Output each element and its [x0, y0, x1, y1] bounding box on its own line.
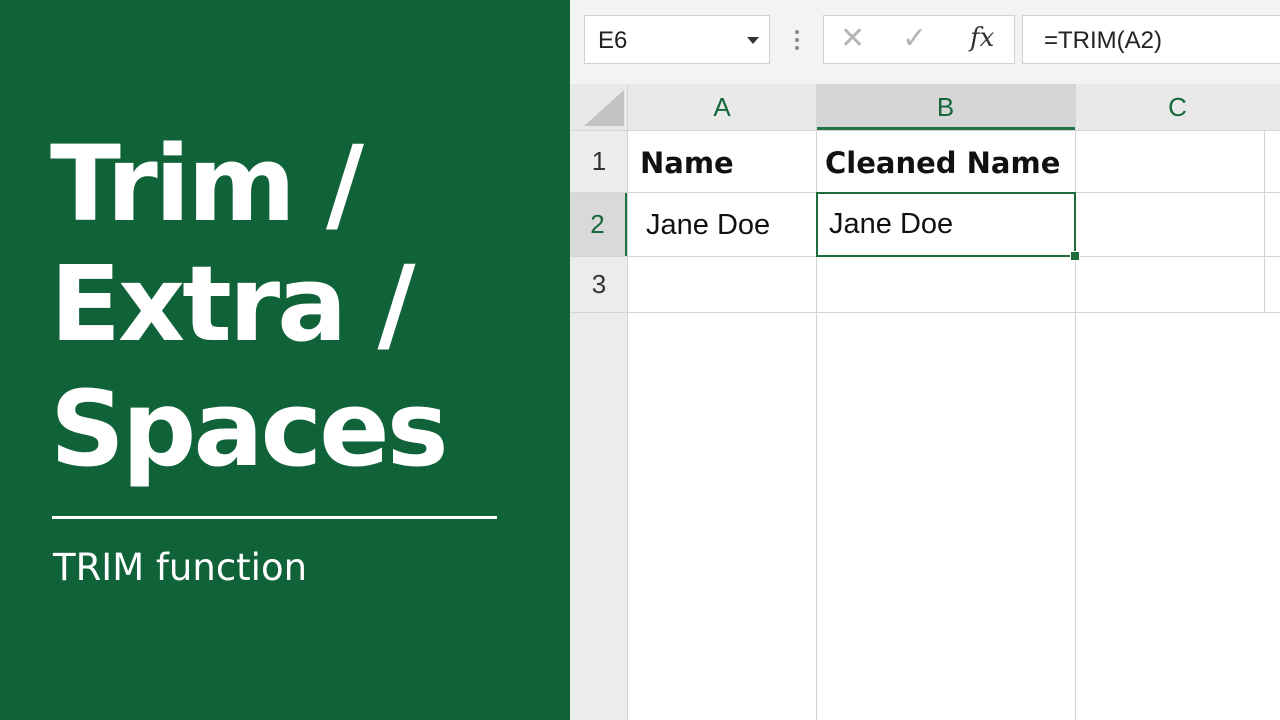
cell-grid: A B C 1 2 3 Name Cleaned Name Jane Doe J… [570, 84, 1280, 720]
column-header-b[interactable]: B [816, 84, 1075, 130]
fx-icon[interactable]: fx [970, 23, 994, 53]
formula-input[interactable]: =TRIM(A2) [1022, 15, 1280, 64]
name-box-value: E6 [598, 27, 628, 54]
chevron-down-icon[interactable] [747, 37, 759, 44]
grip-icon[interactable] [795, 30, 799, 52]
spreadsheet: E6 ✕ ✓ fx =TRIM(A2) A B C 1 2 3 Name Cle… [570, 0, 1280, 720]
row-header-1[interactable]: 1 [570, 130, 628, 192]
cell-a2[interactable]: Jane Doe [646, 209, 770, 242]
column-header-a[interactable]: A [628, 84, 816, 130]
select-all-button[interactable] [570, 84, 628, 130]
subtitle: TRIM function [53, 546, 308, 589]
title-panel: Trim / Extra / Spaces TRIM function [0, 0, 570, 720]
title-line-3: Spaces [50, 368, 449, 490]
row-header-blank [570, 313, 628, 720]
cell-a1[interactable]: Name [640, 146, 734, 180]
formula-actions: ✕ ✓ fx [823, 15, 1015, 64]
fill-handle[interactable] [1070, 251, 1080, 261]
title-line-1: Trim / [50, 123, 364, 245]
cancel-icon[interactable]: ✕ [840, 24, 865, 54]
enter-icon[interactable]: ✓ [902, 24, 927, 54]
formula-bar: E6 ✕ ✓ fx =TRIM(A2) [570, 0, 1280, 84]
title-divider [52, 516, 497, 519]
cell-b1[interactable]: Cleaned Name [825, 146, 1060, 180]
title-line-2: Extra / [50, 243, 415, 365]
row-header-3[interactable]: 3 [570, 256, 628, 313]
formula-text: =TRIM(A2) [1044, 27, 1163, 54]
name-box[interactable]: E6 [584, 15, 770, 64]
row-header-2[interactable]: 2 [570, 192, 628, 256]
active-cell-border [816, 192, 1076, 257]
column-header-c[interactable]: C [1075, 84, 1280, 130]
